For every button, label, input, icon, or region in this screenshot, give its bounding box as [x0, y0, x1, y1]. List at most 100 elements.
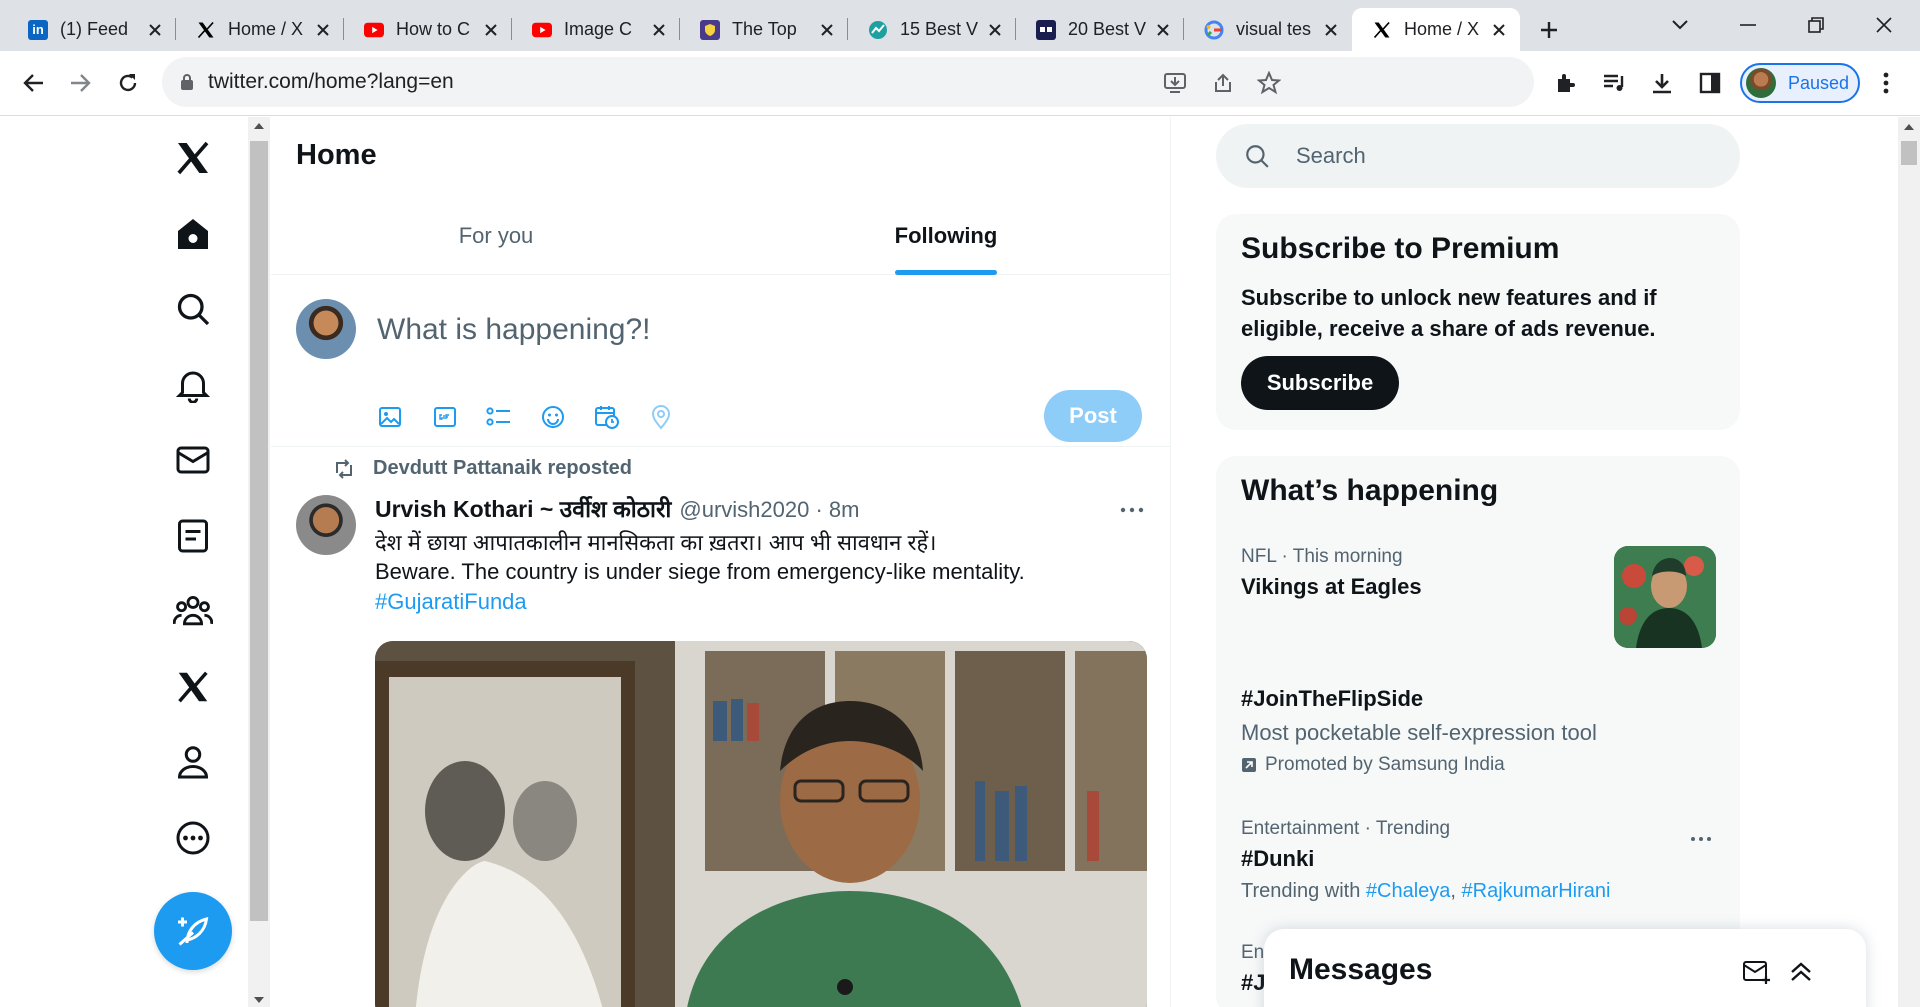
browser-tab[interactable]: 20 Best V [1016, 8, 1184, 51]
address-bar[interactable]: twitter.com/home?lang=en [162, 57, 1534, 107]
tweet-video-thumbnail[interactable] [375, 641, 1147, 1007]
browser-tab[interactable]: Home / X [176, 8, 344, 51]
close-icon [1876, 17, 1892, 33]
close-tab-icon[interactable] [1488, 19, 1510, 41]
close-tab-icon[interactable] [312, 19, 334, 41]
install-app-icon[interactable] [1162, 70, 1188, 96]
trending-with-link[interactable]: #RajkumarHirani [1462, 880, 1611, 902]
url-text: twitter.com/home?lang=en [208, 70, 454, 93]
media-control-icon[interactable] [1600, 69, 1628, 97]
browser-tab[interactable]: The Top [680, 8, 848, 51]
more-options-icon[interactable] [170, 815, 216, 861]
lists-icon[interactable] [170, 513, 216, 559]
x-logo-icon[interactable] [170, 135, 216, 181]
close-window-button[interactable] [1864, 8, 1904, 42]
gif-icon[interactable] [431, 403, 459, 431]
repost-label[interactable]: Devdutt Pattanaik reposted [373, 457, 632, 480]
tab-following[interactable]: Following [721, 197, 1171, 275]
whats-happening-card: What’s happening NFL · This morning Viki… [1216, 456, 1740, 1007]
communities-icon[interactable] [170, 588, 216, 634]
restore-button[interactable] [1796, 8, 1836, 42]
explore-search-icon[interactable] [170, 286, 216, 332]
notifications-bell-icon[interactable] [170, 362, 216, 408]
tab-title: The Top [732, 19, 797, 39]
trend-description: Most pocketable self-expression tool [1241, 720, 1597, 745]
hashtag-link[interactable]: #GujaratiFunda [375, 589, 527, 615]
extensions-icon[interactable] [1552, 69, 1580, 97]
avatar[interactable] [296, 299, 356, 359]
compose-post-button[interactable] [154, 892, 232, 970]
forward-button[interactable] [62, 65, 98, 101]
author-name[interactable]: Urvish Kothari ~ उर्वीश कोठारी [375, 492, 671, 524]
shield-favicon-icon [700, 19, 720, 40]
subscribe-button[interactable]: Subscribe [1241, 356, 1399, 410]
reload-button[interactable] [110, 65, 146, 101]
trend-item-promoted[interactable]: #JoinTheFlipSide Most pocketable self-ex… [1241, 686, 1711, 776]
tweet-text-line: देश में छाया आपातकालीन मानसिकता का ख़तरा… [375, 530, 937, 555]
close-tab-icon[interactable] [1320, 19, 1342, 41]
messages-mail-icon[interactable] [170, 437, 216, 483]
side-panel-icon[interactable] [1696, 69, 1724, 97]
promoted-icon [1242, 758, 1256, 772]
bookmark-star-icon[interactable] [1256, 70, 1282, 96]
premium-x-icon[interactable] [170, 664, 216, 710]
browser-tab[interactable]: visual tes [1184, 8, 1352, 51]
minimize-icon [1740, 24, 1756, 26]
tab-label: Following [894, 223, 998, 248]
poll-icon[interactable] [485, 403, 513, 431]
chevron-down-icon [1672, 20, 1688, 30]
browser-tab[interactable]: How to C [344, 8, 512, 51]
trending-with-link[interactable]: #Chaleya [1366, 880, 1451, 902]
twitter-page: Home For you Following What is happening… [0, 117, 1920, 1007]
tab-title: (1) Feed [60, 19, 129, 39]
search-placeholder: Search [1296, 143, 1366, 168]
trend-item[interactable]: Entertainment · Trending #Dunki Trending… [1241, 818, 1711, 903]
browser-tab[interactable]: 15 Best V [848, 8, 1016, 51]
downloads-icon[interactable] [1648, 69, 1676, 97]
avatar[interactable] [296, 495, 356, 555]
tab-search-button[interactable] [1660, 8, 1700, 42]
close-tab-icon[interactable] [480, 19, 502, 41]
minimize-button[interactable] [1728, 8, 1768, 42]
chart-favicon-icon [868, 20, 888, 40]
x-logo-icon [196, 20, 216, 40]
share-icon[interactable] [1210, 70, 1236, 96]
browser-menu-button[interactable] [1872, 69, 1900, 97]
tab-for-you[interactable]: For you [271, 197, 721, 275]
new-message-icon[interactable] [1740, 955, 1774, 989]
kebab-menu-icon [1883, 72, 1889, 94]
left-scrollbar[interactable] [248, 117, 270, 1007]
media-image-icon[interactable] [376, 403, 404, 431]
emoji-icon[interactable] [539, 403, 567, 431]
search-input[interactable]: Search [1216, 124, 1740, 188]
youtube-icon [532, 20, 552, 40]
tweet-more-button[interactable] [1117, 495, 1147, 525]
back-button[interactable] [16, 65, 52, 101]
profile-button[interactable]: Paused [1740, 63, 1860, 103]
page-scrollbar[interactable] [1898, 117, 1920, 1007]
compose-input[interactable]: What is happening?! [377, 313, 651, 347]
tab-label: For you [458, 223, 534, 248]
trend-thumbnail-image[interactable] [1614, 546, 1716, 648]
close-tab-icon[interactable] [648, 19, 670, 41]
tab-title: How to C [396, 19, 471, 39]
browser-tab-active[interactable]: Home / X [1352, 8, 1520, 51]
home-icon[interactable] [170, 211, 216, 257]
browser-tab[interactable]: in (1) Feed [8, 8, 176, 51]
schedule-icon[interactable] [593, 403, 621, 431]
close-tab-icon[interactable] [1152, 19, 1174, 41]
author-handle-time[interactable]: @urvish2020 · 8m [679, 497, 859, 523]
youtube-icon [364, 20, 384, 40]
close-tab-icon[interactable] [144, 19, 166, 41]
expand-chevron-up-icon[interactable] [1784, 955, 1818, 989]
right-sidebar: Search Subscribe to Premium Subscribe to… [1216, 117, 1740, 1007]
post-button[interactable]: Post [1044, 390, 1142, 442]
close-tab-icon[interactable] [984, 19, 1006, 41]
messages-drawer[interactable]: Messages [1264, 929, 1866, 1007]
profile-person-icon[interactable] [170, 739, 216, 785]
close-tab-icon[interactable] [816, 19, 838, 41]
tweet-article[interactable]: Devdutt Pattanaik reposted Urvish Kothar… [271, 447, 1171, 1007]
browser-tab[interactable]: Image C [512, 8, 680, 51]
trend-more-button[interactable] [1686, 824, 1716, 854]
new-tab-button[interactable] [1532, 13, 1566, 47]
